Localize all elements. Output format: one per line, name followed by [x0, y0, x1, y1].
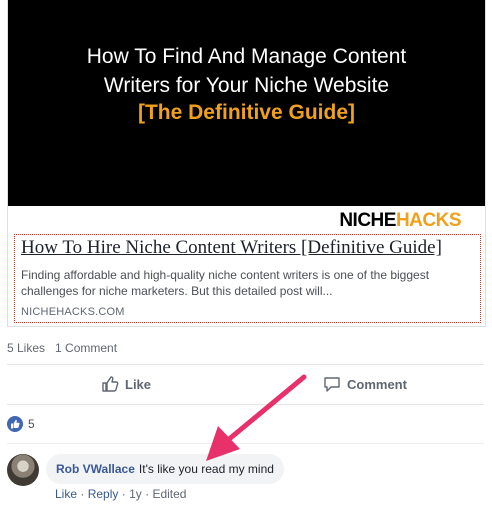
link-info[interactable]: How To Hire Niche Content Writers [Defin… — [14, 234, 481, 323]
link-title[interactable]: How To Hire Niche Content Writers [Defin… — [21, 237, 442, 259]
brand-bar: NICHEHACKS — [8, 206, 485, 232]
divider — [7, 364, 484, 365]
comment-button[interactable]: Comment — [323, 375, 407, 393]
comment-label: Comment — [347, 376, 407, 392]
like-label: Like — [125, 376, 152, 392]
like-button[interactable]: Like — [101, 375, 151, 393]
comment-time[interactable]: 1y — [129, 487, 142, 501]
comment-text: It's like you read my mind — [138, 462, 274, 476]
hero-image[interactable]: How To Find And Manage Content Writers f… — [8, 0, 485, 206]
divider — [7, 443, 484, 444]
reactions-summary[interactable]: 5 — [7, 416, 35, 432]
comments-count[interactable]: 1 Comment — [55, 341, 117, 355]
thumbs-up-icon — [102, 376, 119, 392]
nichehacks-logo: NICHEHACKS — [339, 210, 461, 231]
comment-edited[interactable]: Edited — [152, 487, 186, 501]
link-description: Finding affordable and high-quality nich… — [21, 268, 430, 298]
like-reaction-icon — [7, 416, 23, 432]
hero-line-1: How To Find And Manage Content — [86, 45, 407, 68]
link-preview-card[interactable]: How To Find And Manage Content Writers f… — [7, 0, 486, 327]
comment-bubble: Rob VWallace It's like you read my mind — [46, 454, 284, 484]
comment-reply-link[interactable]: Reply — [88, 487, 119, 501]
avatar[interactable] — [7, 454, 39, 486]
comment-like-link[interactable]: Like — [55, 487, 77, 501]
comment-meta: Like · Reply · 1y · Edited — [55, 487, 187, 501]
divider — [7, 404, 484, 405]
comment-icon — [324, 377, 340, 392]
link-domain: NICHEHACKS.COM — [21, 306, 125, 318]
post-stats: 5 Likes 1 Comment — [7, 341, 127, 355]
reaction-count: 5 — [28, 417, 35, 431]
comment-author[interactable]: Rob VWallace — [56, 462, 135, 476]
hero-line-3: [The Definitive Guide] — [137, 101, 355, 124]
likes-count[interactable]: 5 Likes — [7, 341, 45, 355]
hero-line-2: Writers for Your Niche Website — [103, 74, 390, 97]
